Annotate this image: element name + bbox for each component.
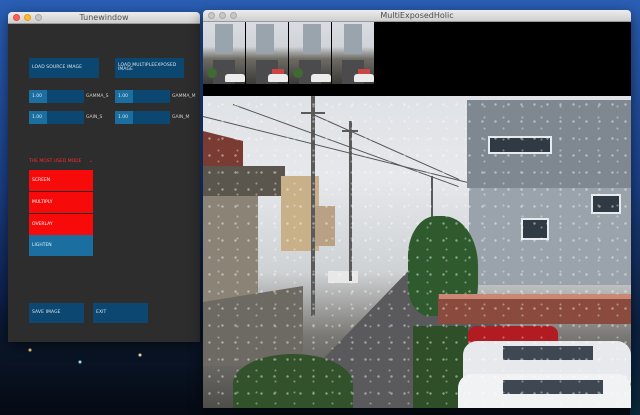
save-image-button[interactable]: SAVE IMAGE [29,303,84,323]
multi-content [203,22,631,408]
zoom-icon[interactable] [230,12,237,19]
window-title: MultiExposedHolic [380,11,454,20]
multiexposedholic-window: MultiExposedHolic [203,10,631,408]
tunewindow-content: LOAD SOURCE IMAGE LOAD MULTIPLEEXPOSED I… [8,24,200,342]
gain-m-label: GAIN_M [172,115,190,120]
tunewindow-titlebar[interactable]: Tunewindow [8,12,200,24]
gain-m-slider[interactable]: 1.00 [115,111,170,124]
zoom-icon[interactable] [35,14,42,21]
chevron-down-icon: ⌄ [88,158,93,164]
main-image-canvas[interactable] [203,96,631,408]
thumbnail-image[interactable] [203,22,245,84]
slider-value: 1.00 [32,115,43,120]
gain-s-slider[interactable]: 1.00 [29,111,84,124]
thumbnail-image[interactable] [289,22,331,84]
thumbnail-image[interactable] [246,22,288,84]
mode-item-lighten[interactable]: LIGHTEN [29,235,93,256]
gamma-m-slider[interactable]: 1.00 [115,90,170,103]
desktop-background-edge [630,200,640,415]
slider-value: 1.00 [118,94,129,99]
minimize-icon[interactable] [24,14,31,21]
mode-item-overlay[interactable]: OVERLAY [29,214,93,235]
slider-value: 1.00 [118,115,129,120]
dropdown-label: THE MOST USED MODE [29,158,82,164]
mode-item-multiply[interactable]: MULTIPLY [29,192,93,213]
window-controls [208,12,237,19]
slider-value: 1.00 [32,94,43,99]
gamma-m-label: GAMMA_M [172,94,196,99]
gamma-s-slider[interactable]: 1.00 [29,90,84,103]
thumbnail-image[interactable] [332,22,374,84]
load-multiple-exposed-image-button[interactable]: LOAD MULTIPLEEXPOSED IMAGE [115,58,184,78]
window-controls [13,14,42,21]
blend-mode-dropdown[interactable]: THE MOST USED MODE ⌄ [29,156,93,166]
minimize-icon[interactable] [219,12,226,19]
close-icon[interactable] [208,12,215,19]
close-icon[interactable] [13,14,20,21]
exit-button[interactable]: EXIT [93,303,148,323]
gain-s-label: GAIN_S [86,115,103,120]
gamma-s-label: GAMMA_S [86,94,109,99]
snow-overlay [203,96,631,408]
tunewindow: Tunewindow LOAD SOURCE IMAGE LOAD MULTIP… [8,12,200,342]
multi-titlebar[interactable]: MultiExposedHolic [203,10,631,22]
load-source-image-button[interactable]: LOAD SOURCE IMAGE [29,58,99,78]
mode-item-screen[interactable]: SCREEN [29,170,93,191]
